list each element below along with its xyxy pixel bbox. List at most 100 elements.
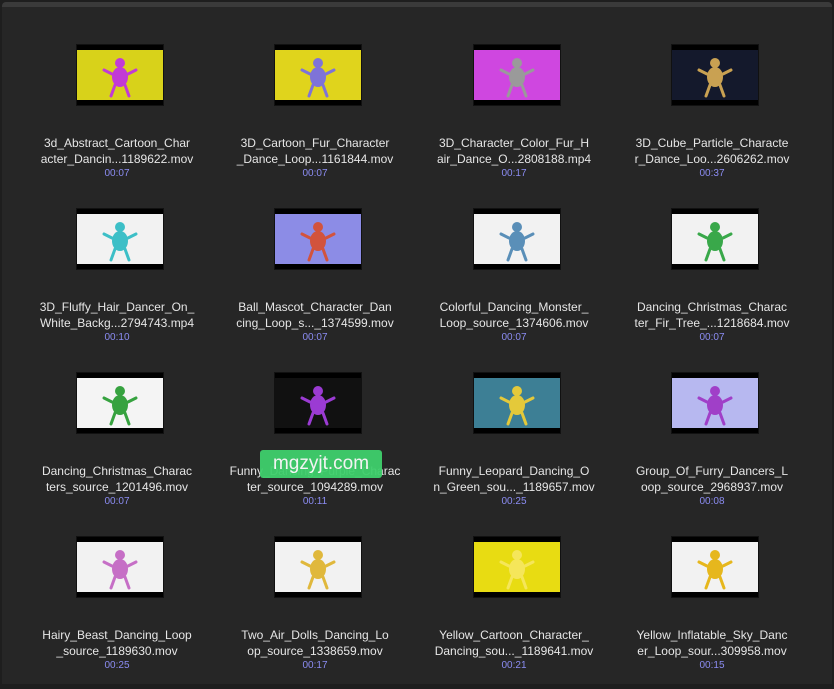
file-name-line-2: ters_source_1201496.mov (45, 480, 189, 494)
video-thumbnail[interactable] (77, 537, 163, 597)
file-name-line-1: Funny_Leopard_Dancing_O (438, 464, 590, 478)
particle-character-thumbnail (672, 50, 758, 100)
ball-mascot-thumbnail (275, 214, 361, 264)
file-name-line-2: White_Backg...2794743.mp4 (39, 316, 195, 330)
file-name: Yellow_Inflatable_Sky_Danc er_Loop_sour..… (613, 627, 811, 659)
file-name: Funny_Leopard_Dancing_O n_Green_sou..._11… (415, 463, 613, 495)
video-thumbnail[interactable] (672, 373, 758, 433)
file-item[interactable]: Dancing_Christmas_Charac ter_Fir_Tree_...… (613, 171, 811, 343)
file-name: 3d_Abstract_Cartoon_Char acter_Dancin...1… (18, 135, 216, 167)
video-thumbnail[interactable] (77, 209, 163, 269)
file-item[interactable]: Group_Of_Furry_Dancers_L oop_source_29689… (613, 335, 811, 507)
file-name-line-1: Colorful_Dancing_Monster_ (439, 300, 589, 314)
video-thumbnail[interactable] (474, 45, 560, 105)
file-item[interactable]: Two_Air_Dolls_Dancing_Lo op_source_133865… (216, 499, 414, 671)
fur-character-thumbnail (275, 50, 361, 100)
file-name: Ball_Mascot_Character_Dan cing_Loop_s..._… (216, 299, 414, 331)
video-duration: 00:21 (501, 660, 527, 671)
hairy-beast-thumbnail (77, 542, 163, 592)
colorful-monster-thumbnail (474, 214, 560, 264)
file-icon-grid: 3d_Abstract_Cartoon_Char acter_Dancin...1… (2, 7, 832, 689)
video-thumbnail[interactable] (77, 45, 163, 105)
file-name-line-1: 3D_Cube_Particle_Characte (635, 136, 789, 150)
file-name: Hairy_Beast_Dancing_Loop _source_1189630.… (18, 627, 216, 659)
file-name-line-2: oop_source_2968937.mov (640, 480, 784, 494)
watermark: mgzyjt.com (260, 450, 382, 478)
file-item[interactable]: Dancing_Christmas_Charac ters_source_1201… (18, 335, 216, 507)
inflatable-dancer-thumbnail (672, 542, 758, 592)
video-thumbnail[interactable] (474, 373, 560, 433)
file-name-line-1: Yellow_Inflatable_Sky_Danc (636, 628, 788, 642)
file-name-line-2: ter_Fir_Tree_...1218684.mov (634, 316, 790, 330)
file-name: 3D_Cartoon_Fur_Character _Dance_Loop...11… (216, 135, 414, 167)
file-name: Yellow_Cartoon_Character_ Dancing_sou..._… (415, 627, 613, 659)
christmas-characters-thumbnail (77, 378, 163, 428)
file-item[interactable]: Yellow_Cartoon_Character_ Dancing_sou..._… (415, 499, 613, 671)
file-name: 3D_Cube_Particle_Characte r_Dance_Loo...2… (613, 135, 811, 167)
file-name: 3D_Character_Color_Fur_H air_Dance_O...28… (415, 135, 613, 167)
file-name-line-1: Ball_Mascot_Character_Dan (238, 300, 392, 314)
fluffy-dancer-thumbnail (77, 214, 163, 264)
file-name: Dancing_Christmas_Charac ter_Fir_Tree_...… (613, 299, 811, 331)
file-item[interactable]: 3D_Cartoon_Fur_Character _Dance_Loop...11… (216, 7, 414, 179)
file-name-line-1: 3D_Character_Color_Fur_H (438, 136, 590, 150)
file-name-line-2: _source_1189630.mov (56, 644, 178, 658)
color-fur-character-thumbnail (474, 50, 560, 100)
dancing-figure-thumbnail (77, 50, 163, 100)
file-name: 3D_Fluffy_Hair_Dancer_On_ White_Backg...2… (18, 299, 216, 331)
video-thumbnail[interactable] (275, 537, 361, 597)
file-name-line-2: _Dance_Loop...1161844.mov (236, 152, 394, 166)
file-name-line-1: 3d_Abstract_Cartoon_Char (43, 136, 191, 150)
purple-character-thumbnail (275, 378, 361, 428)
file-item[interactable]: Yellow_Inflatable_Sky_Danc er_Loop_sour..… (613, 499, 811, 671)
file-name-line-2: ter_source_1094289.mov (246, 480, 384, 494)
file-name-line-1: Hairy_Beast_Dancing_Loop (42, 628, 192, 642)
file-item[interactable]: Ball_Mascot_Character_Dan cing_Loop_s..._… (216, 171, 414, 343)
air-dolls-thumbnail (275, 542, 361, 592)
file-name-line-2: n_Green_sou..._1189657.mov (433, 480, 595, 494)
file-item[interactable]: 3D_Character_Color_Fur_H air_Dance_O...28… (415, 7, 613, 179)
furry-dancers-group-thumbnail (672, 378, 758, 428)
file-item[interactable]: Hairy_Beast_Dancing_Loop _source_1189630.… (18, 499, 216, 671)
video-thumbnail[interactable] (672, 45, 758, 105)
file-name-line-1: Two_Air_Dolls_Dancing_Lo (241, 628, 389, 642)
file-name-line-2: Loop_source_1374606.mov (439, 316, 589, 330)
file-name: Colorful_Dancing_Monster_ Loop_source_137… (415, 299, 613, 331)
video-thumbnail[interactable] (275, 209, 361, 269)
file-name-line-2: cing_Loop_s..._1374599.mov (236, 316, 394, 330)
video-thumbnail[interactable] (77, 373, 163, 433)
christmas-tree-thumbnail (672, 214, 758, 264)
file-item[interactable]: 3d_Abstract_Cartoon_Char acter_Dancin...1… (18, 7, 216, 179)
file-name-line-1: 3D_Cartoon_Fur_Character (240, 136, 390, 150)
video-thumbnail[interactable] (275, 45, 361, 105)
video-duration: 00:25 (104, 660, 130, 671)
file-name-line-2: air_Dance_O...2808188.mp4 (436, 152, 592, 166)
file-name-line-2: acter_Dancin...1189622.mov (40, 152, 194, 166)
video-duration: 00:15 (699, 660, 725, 671)
video-thumbnail[interactable] (672, 537, 758, 597)
yellow-cartoon-thumbnail (474, 542, 560, 592)
file-name-line-2: r_Dance_Loo...2606262.mov (634, 152, 790, 166)
file-item[interactable]: Funny_Leopard_Dancing_O n_Green_sou..._11… (415, 335, 613, 507)
video-thumbnail[interactable] (672, 209, 758, 269)
video-thumbnail[interactable] (474, 209, 560, 269)
file-item[interactable]: Colorful_Dancing_Monster_ Loop_source_137… (415, 171, 613, 343)
file-name-line-1: 3D_Fluffy_Hair_Dancer_On_ (39, 300, 195, 314)
file-name: Dancing_Christmas_Charac ters_source_1201… (18, 463, 216, 495)
video-thumbnail[interactable] (474, 537, 560, 597)
file-name-line-2: er_Loop_sour...309958.mov (637, 644, 787, 658)
leopard-dancer-thumbnail (474, 378, 560, 428)
file-name: Two_Air_Dolls_Dancing_Lo op_source_133865… (216, 627, 414, 659)
file-name-line-2: op_source_1338659.mov (247, 644, 383, 658)
video-duration: 00:17 (302, 660, 328, 671)
file-item[interactable]: 3D_Fluffy_Hair_Dancer_On_ White_Backg...2… (18, 171, 216, 343)
file-name-line-1: Dancing_Christmas_Charac (41, 464, 193, 478)
file-name-line-1: Group_Of_Furry_Dancers_L (635, 464, 789, 478)
file-name-line-1: Dancing_Christmas_Charac (636, 300, 788, 314)
video-thumbnail[interactable] (275, 373, 361, 433)
finder-window: 3d_Abstract_Cartoon_Char acter_Dancin...1… (2, 2, 832, 684)
file-item[interactable]: 3D_Cube_Particle_Characte r_Dance_Loo...2… (613, 7, 811, 179)
file-name: Group_Of_Furry_Dancers_L oop_source_29689… (613, 463, 811, 495)
file-name-line-1: Yellow_Cartoon_Character_ (439, 628, 589, 642)
file-name-line-2: Dancing_sou..._1189641.mov (434, 644, 594, 658)
